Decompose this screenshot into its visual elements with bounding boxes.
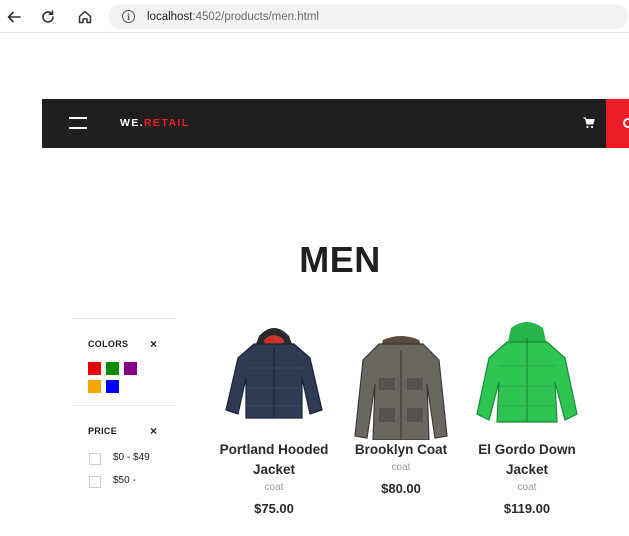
colors-filter-title: COLORS <box>88 339 129 349</box>
product-card[interactable]: Portland Hooded Jacket coat $75.00 <box>214 318 334 516</box>
home-button[interactable] <box>74 6 96 28</box>
price-checkbox[interactable] <box>89 476 101 488</box>
browser-toolbar: i localhost:4502/products/men.html <box>0 0 629 33</box>
filter-sidebar: COLORS × PRICE × $0 - $49 $50 - <box>72 318 176 497</box>
price-filter-title: PRICE <box>88 426 118 436</box>
coat-image <box>354 336 448 440</box>
logo-suffix: RETAIL <box>144 117 190 129</box>
site-header: WE.RETAIL <box>42 99 629 148</box>
product-card[interactable]: Brooklyn Coat coat $80.00 <box>341 318 461 496</box>
price-option-label: $50 - <box>113 475 136 486</box>
color-swatch-blue[interactable] <box>106 380 119 393</box>
colors-filter-close-icon[interactable]: × <box>150 337 157 351</box>
reload-icon <box>42 10 54 23</box>
cart-icon[interactable] <box>583 117 595 129</box>
color-swatches <box>72 353 176 405</box>
site-logo[interactable]: WE.RETAIL <box>120 117 190 129</box>
divider <box>72 318 176 319</box>
logo-prefix: WE. <box>120 117 145 129</box>
info-icon[interactable]: i <box>122 10 135 23</box>
home-icon <box>78 10 92 24</box>
price-filter-close-icon[interactable]: × <box>150 424 157 438</box>
url-path: :4502/products/men.html <box>192 10 319 23</box>
price-option-label: $0 - $49 <box>113 452 150 463</box>
product-category: coat <box>517 482 537 493</box>
product-price: $119.00 <box>503 501 551 516</box>
divider <box>72 405 176 406</box>
back-button[interactable] <box>3 6 25 28</box>
address-bar[interactable]: i localhost:4502/products/men.html <box>108 4 628 29</box>
user-menu-button[interactable] <box>606 99 629 148</box>
product-price: $75.00 <box>254 501 294 516</box>
product-name[interactable]: El Gordo Down Jacket <box>467 440 587 480</box>
price-filter-header: PRICE × <box>72 424 176 440</box>
page: i localhost:4502/products/men.html WE.RE… <box>0 0 629 536</box>
user-icon <box>623 118 629 128</box>
menu-icon[interactable] <box>69 117 87 129</box>
down-jacket-image <box>476 322 578 423</box>
page-title: MEN <box>299 239 381 280</box>
price-option[interactable]: $50 - <box>72 474 176 497</box>
product-category: coat <box>264 482 284 493</box>
product-image[interactable] <box>467 318 587 440</box>
color-swatch-red[interactable] <box>88 362 101 375</box>
product-name[interactable]: Portland Hooded Jacket <box>214 440 334 480</box>
product-image[interactable] <box>214 318 334 440</box>
product-price: $80.00 <box>381 481 421 496</box>
back-icon <box>7 11 21 23</box>
product-name[interactable]: Brooklyn Coat <box>341 440 461 460</box>
jacket-image <box>225 328 323 419</box>
url-host: localhost <box>147 10 193 23</box>
product-card[interactable]: El Gordo Down Jacket coat $119.00 <box>467 318 587 516</box>
color-swatch-orange[interactable] <box>88 380 101 393</box>
product-image[interactable] <box>341 318 461 440</box>
color-swatch-green[interactable] <box>106 362 119 375</box>
color-swatch-purple[interactable] <box>124 362 137 375</box>
reload-button[interactable] <box>37 6 59 28</box>
colors-filter-header: COLORS × <box>72 337 176 353</box>
price-checkbox[interactable] <box>89 453 101 465</box>
price-option[interactable]: $0 - $49 <box>72 451 176 474</box>
product-category: coat <box>391 462 411 473</box>
